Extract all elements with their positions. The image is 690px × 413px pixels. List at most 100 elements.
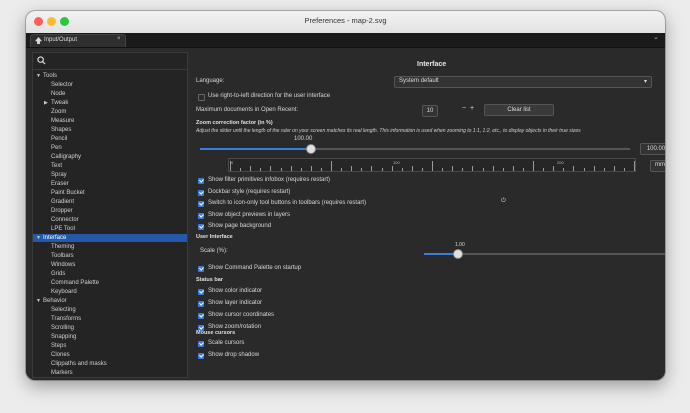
tabs-menu-chevron-icon[interactable]: ⌄: [653, 33, 659, 41]
option-checkbox[interactable]: [198, 313, 204, 319]
ruler-tick: [492, 166, 494, 171]
ruler-tick: [553, 166, 555, 171]
ruler-label-200: 200: [557, 160, 564, 165]
sidebar-item-calligraphy[interactable]: Calligraphy: [33, 153, 187, 161]
ruler-unit-select[interactable]: mm ▾: [650, 160, 665, 172]
sidebar-item-grids[interactable]: Grids: [33, 270, 187, 278]
collapse-arrow-icon[interactable]: ▶: [44, 99, 48, 107]
ruler-tick: [512, 166, 514, 171]
mouse-cursors-section-title: Mouse cursors: [196, 330, 236, 336]
ruler-tick: [452, 166, 454, 171]
sidebar-item-node[interactable]: Node: [33, 90, 187, 98]
expand-arrow-icon[interactable]: ▼: [36, 72, 41, 80]
sidebar-item-connector[interactable]: Connector: [33, 216, 187, 224]
ruler-tick: [462, 168, 464, 171]
ruler-tick: [563, 168, 565, 171]
language-select[interactable]: System default ▾: [394, 76, 652, 88]
sidebar-item-label: Steps: [51, 343, 67, 349]
sidebar-item-shapes[interactable]: Shapes: [33, 126, 187, 134]
sidebar-item-snapping[interactable]: Snapping: [33, 333, 187, 341]
ruler-tick: [280, 168, 282, 171]
command-palette-checkbox[interactable]: [198, 266, 204, 272]
expand-arrow-icon[interactable]: ▼: [36, 297, 41, 305]
ui-scale-slider-fill: [424, 253, 454, 255]
ruler-tick: [442, 168, 444, 171]
sidebar-item-pencil[interactable]: Pencil: [33, 135, 187, 143]
sidebar-item-transforms[interactable]: Transforms: [33, 315, 187, 323]
sidebar-item-tools[interactable]: ▼ Tools: [33, 72, 187, 80]
sidebar-item-scrolling[interactable]: Scrolling: [33, 324, 187, 332]
sidebar-item-eraser[interactable]: Eraser: [33, 180, 187, 188]
option-checkbox[interactable]: [198, 201, 204, 207]
sidebar-item-label: Clones: [51, 352, 70, 358]
sidebar-item-clippaths-and-masks[interactable]: Clippaths and masks: [33, 360, 187, 368]
search-box[interactable]: [33, 53, 187, 70]
zoom-slider-handle[interactable]: [306, 144, 316, 154]
sidebar-item-label: Command Palette: [51, 280, 100, 286]
sidebar-item-theming[interactable]: Theming: [33, 243, 187, 251]
sidebar-item-pen[interactable]: Pen: [33, 144, 187, 152]
main-panel: Interface Language: System default ▾ Use…: [192, 47, 665, 380]
command-palette-label: Show Command Palette on startup: [208, 265, 302, 271]
option-checkbox[interactable]: [198, 212, 204, 219]
option-label: Scale cursors: [208, 340, 245, 346]
sidebar-item-label: Shapes: [51, 127, 72, 133]
expand-arrow-icon[interactable]: ▼: [36, 234, 41, 242]
sidebar-item-zoom[interactable]: Zoom: [33, 108, 187, 116]
sidebar-item-text[interactable]: Text: [33, 162, 187, 170]
sidebar-item-gradient[interactable]: Gradient: [33, 198, 187, 206]
option-checkbox[interactable]: [198, 341, 204, 347]
ruler-tick: [432, 161, 433, 171]
option-checkbox[interactable]: [198, 301, 204, 307]
ruler-tick: [543, 168, 545, 171]
sidebar-item-steps[interactable]: Steps: [33, 342, 187, 350]
sidebar-item-measure[interactable]: Measure: [33, 117, 187, 125]
option-checkbox[interactable]: [198, 178, 204, 184]
sidebar-item-interface[interactable]: ▼ Interface: [33, 234, 187, 242]
sidebar-item-lpe-tool[interactable]: LPE Tool: [33, 225, 187, 233]
option-checkbox[interactable]: [198, 353, 204, 359]
ruler-tick: [351, 166, 353, 171]
recent-docs-field[interactable]: 10: [422, 105, 438, 117]
sidebar-item-tweak[interactable]: ▶ Tweak: [33, 99, 187, 107]
ruler-tick: [573, 166, 575, 171]
sidebar-item-label: Transforms: [51, 316, 82, 322]
sidebar-item-label: Scrolling: [51, 325, 75, 331]
option-checkbox[interactable]: [198, 289, 204, 295]
tab-input-output[interactable]: Input/Output ×: [30, 34, 126, 47]
decrement-button[interactable]: −: [462, 105, 466, 112]
sidebar-item-command-palette[interactable]: Command Palette: [33, 279, 187, 287]
window-title: Preferences - map-2.svg: [304, 16, 387, 25]
sidebar-item-selector[interactable]: Selector: [33, 81, 187, 89]
clear-list-button[interactable]: Clear list: [484, 104, 554, 116]
sidebar-item-paint-bucket[interactable]: Paint Bucket: [33, 189, 187, 197]
sidebar-item-dropper[interactable]: Dropper: [33, 207, 187, 215]
zoom-value-field[interactable]: 100.00: [640, 143, 665, 155]
sidebar-item-keyboard[interactable]: Keyboard: [33, 288, 187, 296]
language-label: Language:: [196, 78, 225, 84]
sidebar-item-label: Paint Bucket: [51, 190, 85, 196]
increment-button[interactable]: +: [470, 105, 474, 112]
tab-close-icon[interactable]: ×: [117, 36, 121, 42]
ruler-tick: [300, 168, 302, 171]
option-label: Show page background: [208, 223, 272, 229]
sidebar-item-label: Dropper: [51, 208, 73, 214]
preferences-window: Preferences - map-2.svg Input/Output × ⌄…: [26, 11, 665, 380]
inkscape-icon: [35, 37, 42, 44]
sidebar-item-label: Zoom: [51, 109, 67, 115]
option-checkbox[interactable]: [198, 189, 204, 196]
sidebar-item-selecting[interactable]: Selecting: [33, 306, 187, 314]
reset-icon[interactable]: ⏻: [501, 198, 506, 205]
option-checkbox[interactable]: [198, 224, 204, 230]
sidebar-item-toolbars[interactable]: Toolbars: [33, 252, 187, 260]
rtl-checkbox[interactable]: [198, 94, 205, 101]
tab-label: Input/Output: [44, 37, 78, 43]
sidebar-item-label: Windows: [51, 262, 76, 268]
sidebar-item-behavior[interactable]: ▼ Behavior: [33, 297, 187, 305]
ui-scale-slider-handle[interactable]: [453, 249, 463, 259]
ruler-tick: [331, 161, 332, 171]
sidebar-item-clones[interactable]: Clones: [33, 351, 187, 359]
sidebar-item-spray[interactable]: Spray: [33, 171, 187, 179]
sidebar-item-windows[interactable]: Windows: [33, 261, 187, 269]
sidebar-item-markers[interactable]: Markers: [33, 369, 187, 377]
